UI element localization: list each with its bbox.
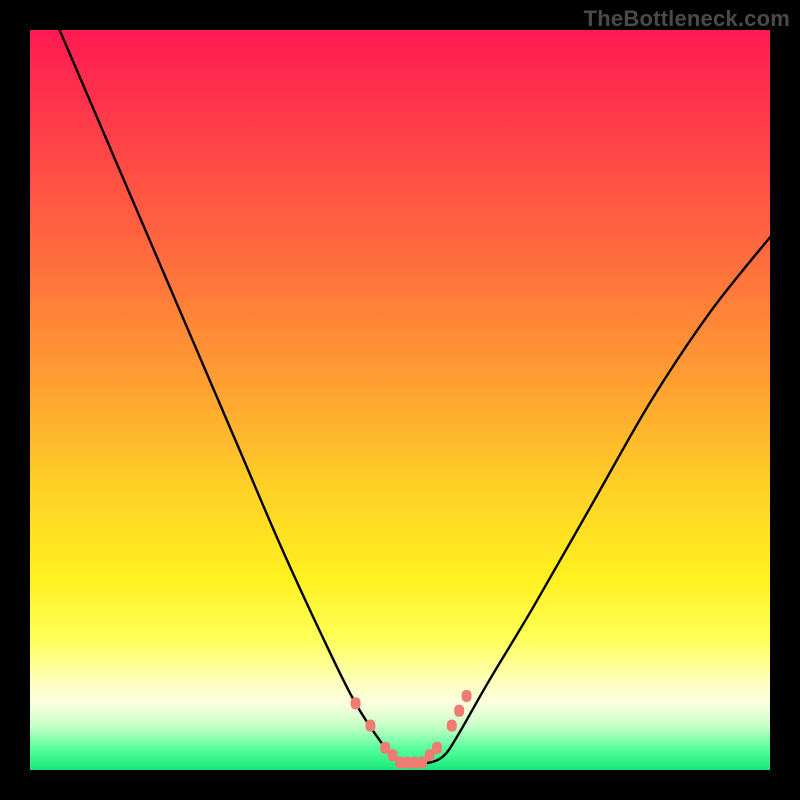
highlight-dot xyxy=(351,697,361,709)
highlight-dot xyxy=(454,705,464,717)
highlight-dot xyxy=(432,742,442,754)
bottleneck-curve xyxy=(60,30,770,764)
highlight-dot xyxy=(462,690,472,702)
highlight-dot xyxy=(365,720,375,732)
plot-area xyxy=(30,30,770,770)
highlight-dot xyxy=(447,720,457,732)
curve-layer xyxy=(30,30,770,770)
chart-frame: TheBottleneck.com xyxy=(0,0,800,800)
highlight-dots xyxy=(351,690,472,769)
watermark-text: TheBottleneck.com xyxy=(584,6,790,32)
